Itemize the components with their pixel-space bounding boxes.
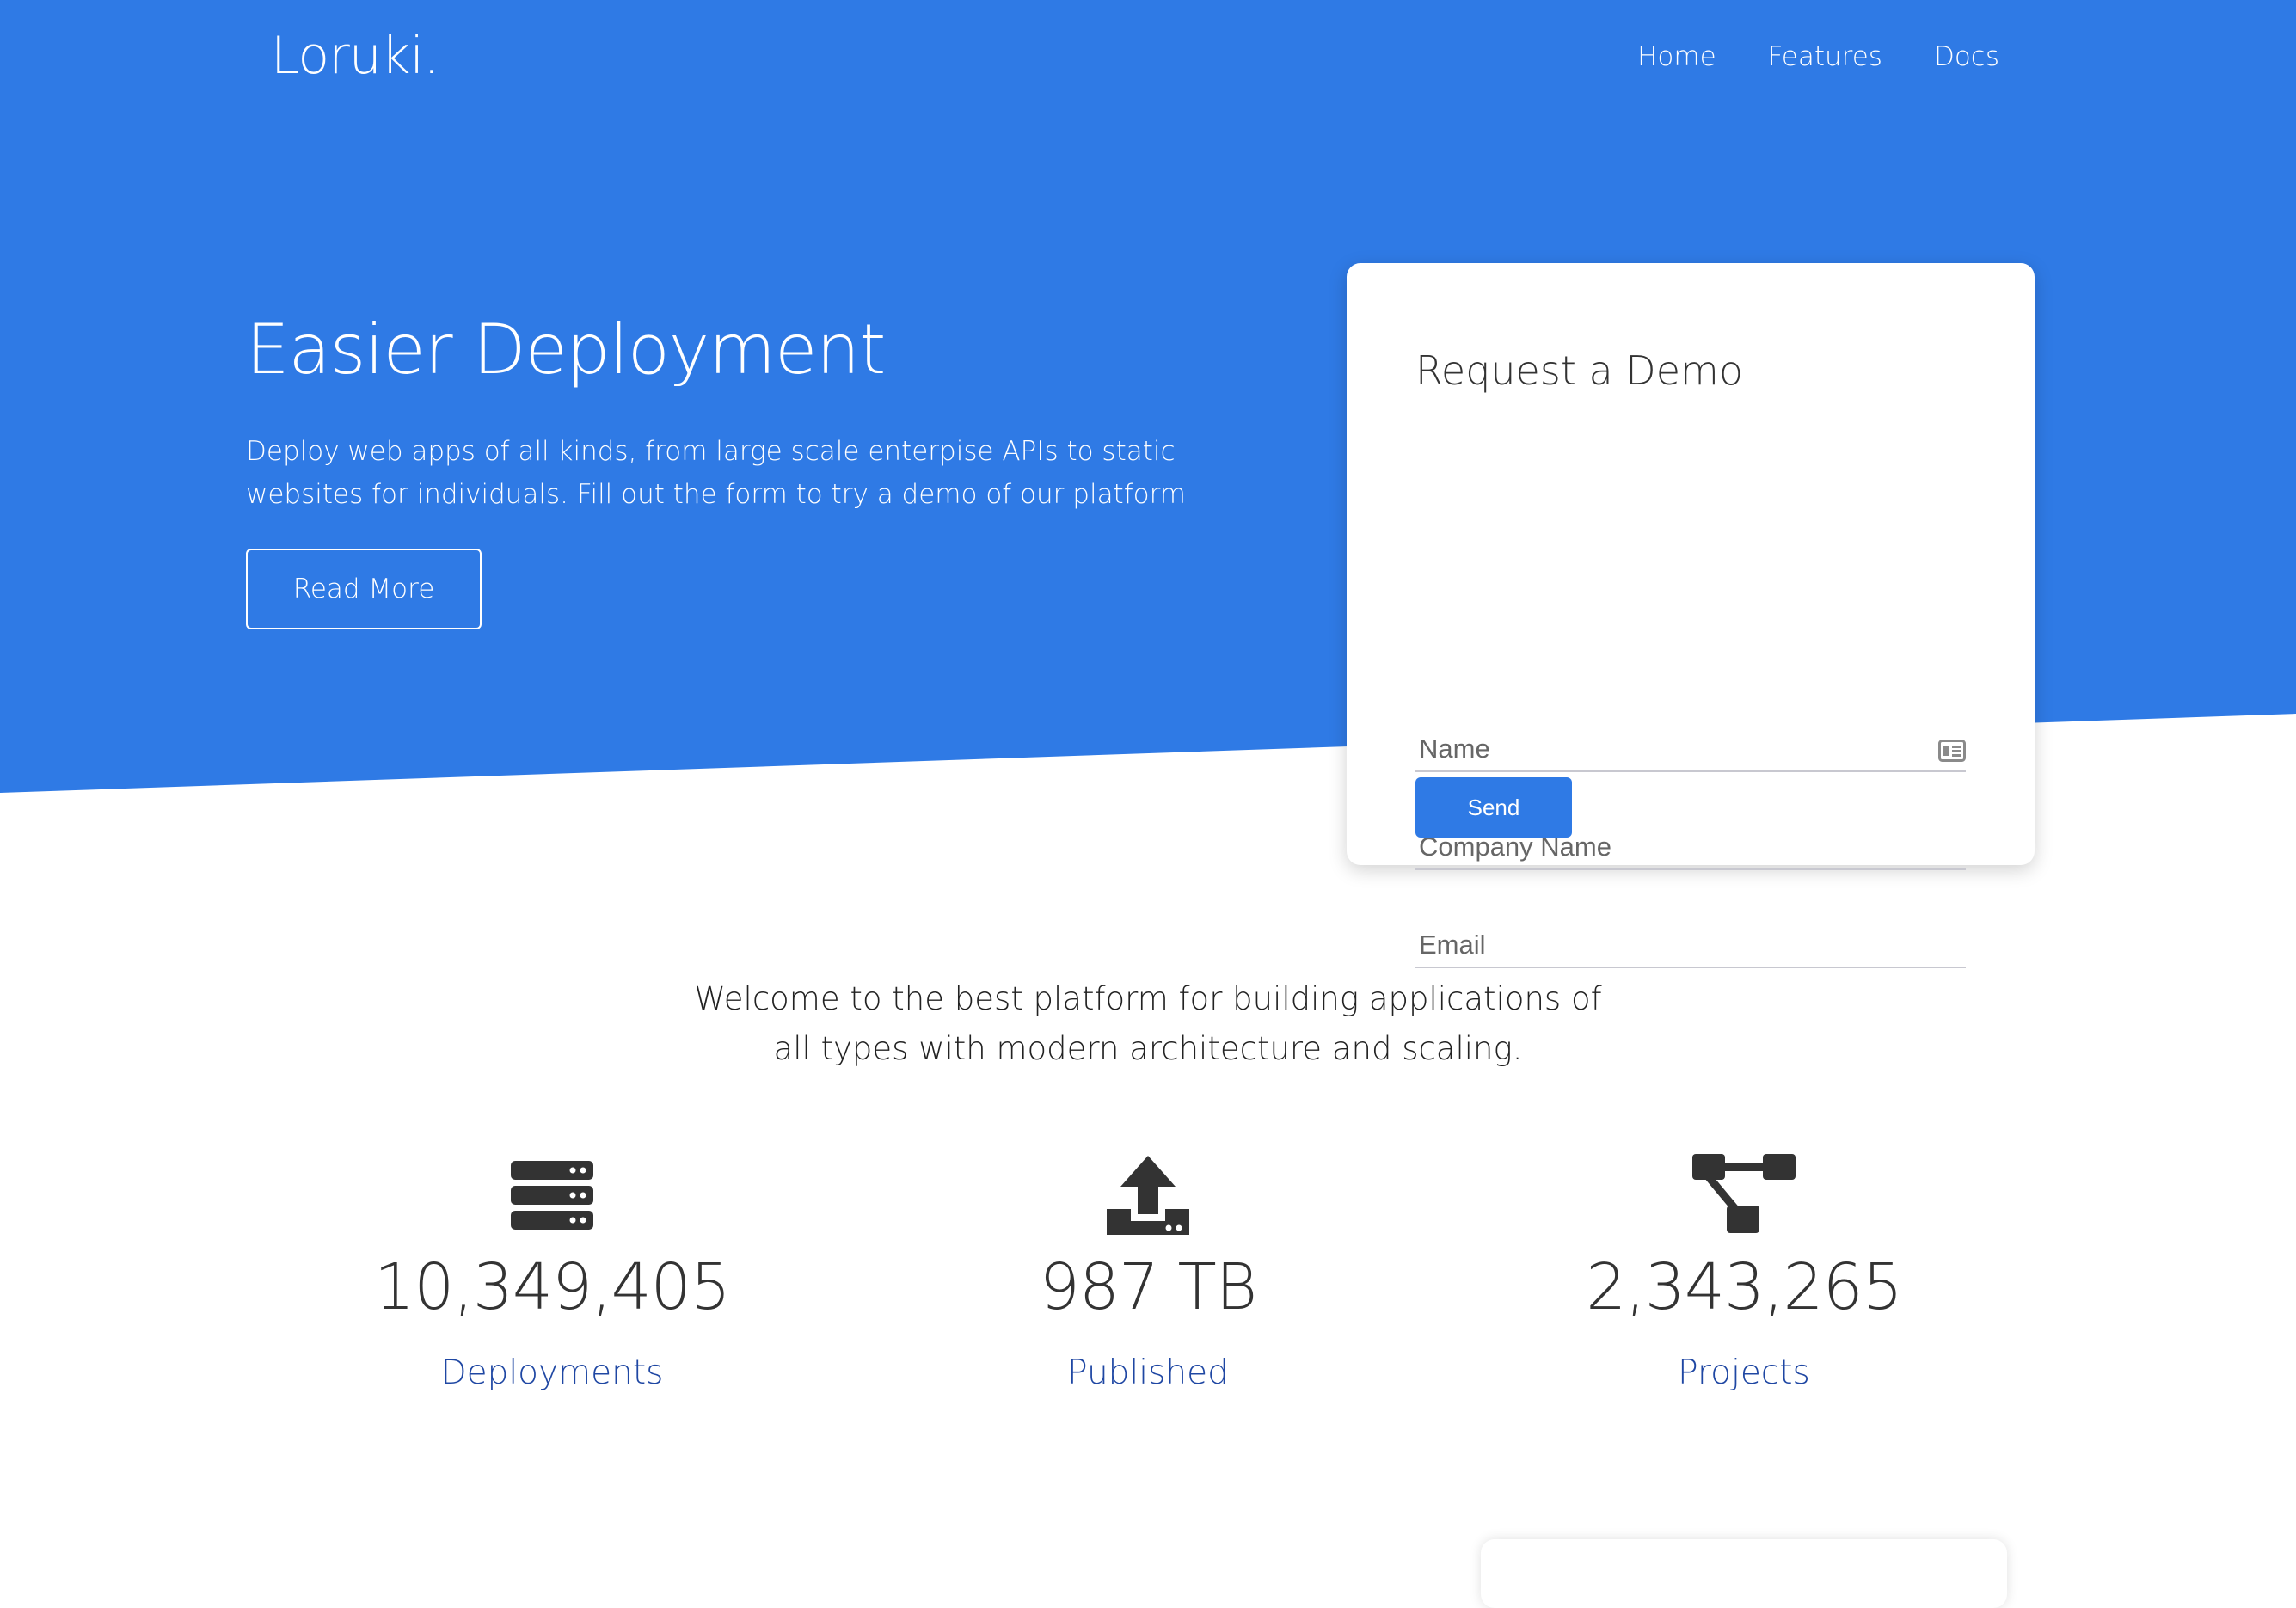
upload-icon — [1107, 1156, 1189, 1235]
demo-form-title: Request a Demo — [1415, 347, 1743, 394]
demo-form-card: Request a Demo Send — [1347, 263, 2035, 968]
hero-description: Deploy web apps of all kinds, from large… — [246, 436, 1186, 510]
stat-value: 10,349,405 — [374, 1250, 731, 1324]
nav-docs-link[interactable]: Docs — [1934, 41, 1999, 72]
project-diagram-icon — [1692, 1154, 1796, 1233]
stat-projects: 2,343,265 Projects — [1486, 1152, 2002, 1392]
stat-value: 2,343,265 — [1586, 1250, 1903, 1324]
nav-features-link[interactable]: Features — [1768, 41, 1882, 72]
logo[interactable]: Loruki. — [271, 26, 439, 86]
server-icon — [511, 1161, 593, 1230]
name-field — [1415, 727, 1966, 772]
contact-card-icon[interactable] — [1938, 740, 1966, 762]
next-section-card — [1481, 1539, 2007, 1608]
stat-published: 987 TB Published — [890, 1152, 1406, 1392]
name-input[interactable] — [1415, 727, 1966, 770]
stat-label: Projects — [1678, 1353, 1810, 1392]
stat-deployments: 10,349,405 Deployments — [294, 1152, 810, 1392]
stat-label: Published — [1067, 1353, 1229, 1392]
email-input[interactable] — [1415, 924, 1966, 967]
send-button[interactable]: Send — [1415, 777, 1572, 838]
nav-home-link[interactable]: Home — [1637, 41, 1716, 72]
read-more-button[interactable]: Read More — [246, 549, 482, 629]
main-nav: Home Features Docs — [1637, 41, 1999, 72]
stat-label: Deployments — [440, 1353, 664, 1392]
welcome-text: Welcome to the best platform for buildin… — [694, 980, 1602, 1067]
hero-title: Easier Deployment — [246, 310, 886, 390]
email-field — [1415, 924, 1966, 968]
stat-value: 987 TB — [1039, 1250, 1257, 1324]
